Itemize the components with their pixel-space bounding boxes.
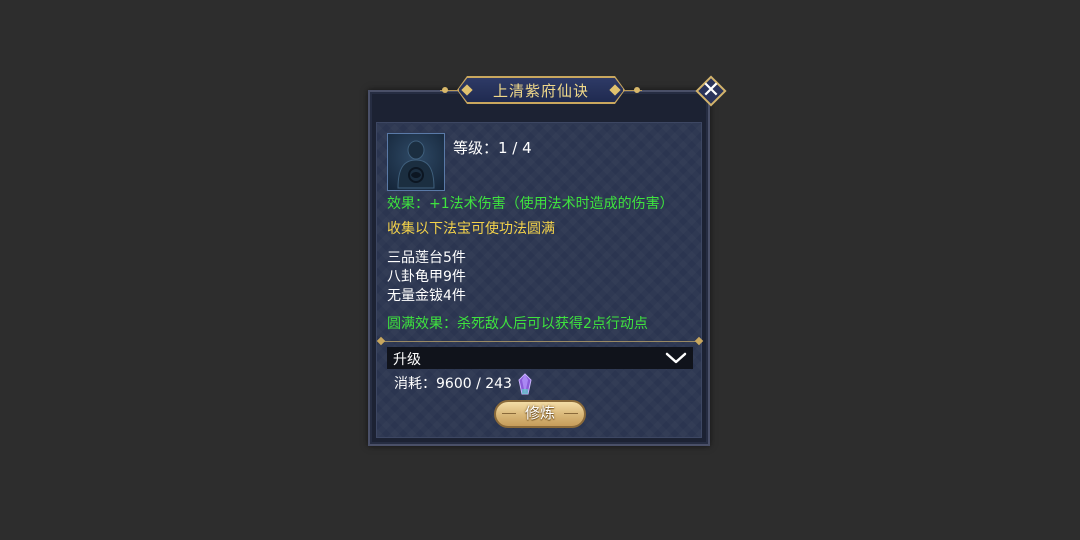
dialog-title-bar: 上清紫府仙诀 <box>440 77 642 105</box>
collect-hint: 收集以下法宝可使功法圆满 <box>387 221 555 237</box>
meditating-figure-graphic <box>397 140 435 189</box>
treasure-item: 三品莲台5件 <box>387 250 466 266</box>
title-ornament-dot-left <box>442 87 448 93</box>
chevron-down-icon <box>665 352 687 364</box>
close-icon: ✕ <box>701 78 721 103</box>
skill-effect: 效果：+1法术伤害（使用法术时造成的伤害） <box>387 196 674 212</box>
title-ornament-dot-right <box>634 87 640 93</box>
crystal-gem-icon <box>518 373 532 395</box>
close-button[interactable]: ✕ <box>695 75 727 107</box>
meditating-figure-icon <box>387 133 445 191</box>
section-divider <box>380 341 700 342</box>
upgrade-dropdown-label: 升级 <box>393 352 421 368</box>
dialog-title: 上清紫府仙诀 <box>492 81 589 100</box>
complete-effect: 圆满效果：杀死敌人后可以获得2点行动点 <box>387 316 648 332</box>
practice-button-label: 修炼 <box>524 404 555 422</box>
treasure-item: 无量金钹4件 <box>387 288 466 304</box>
upgrade-dropdown[interactable]: 升级 <box>387 347 693 369</box>
practice-button[interactable]: 修炼 <box>494 400 586 428</box>
title-plaque: 上清紫府仙诀 <box>458 77 624 103</box>
upgrade-cost: 消耗：9600 / 243 <box>394 376 512 392</box>
treasure-item: 八卦龟甲9件 <box>387 269 466 285</box>
skill-level: 等级：1 / 4 <box>453 139 532 157</box>
